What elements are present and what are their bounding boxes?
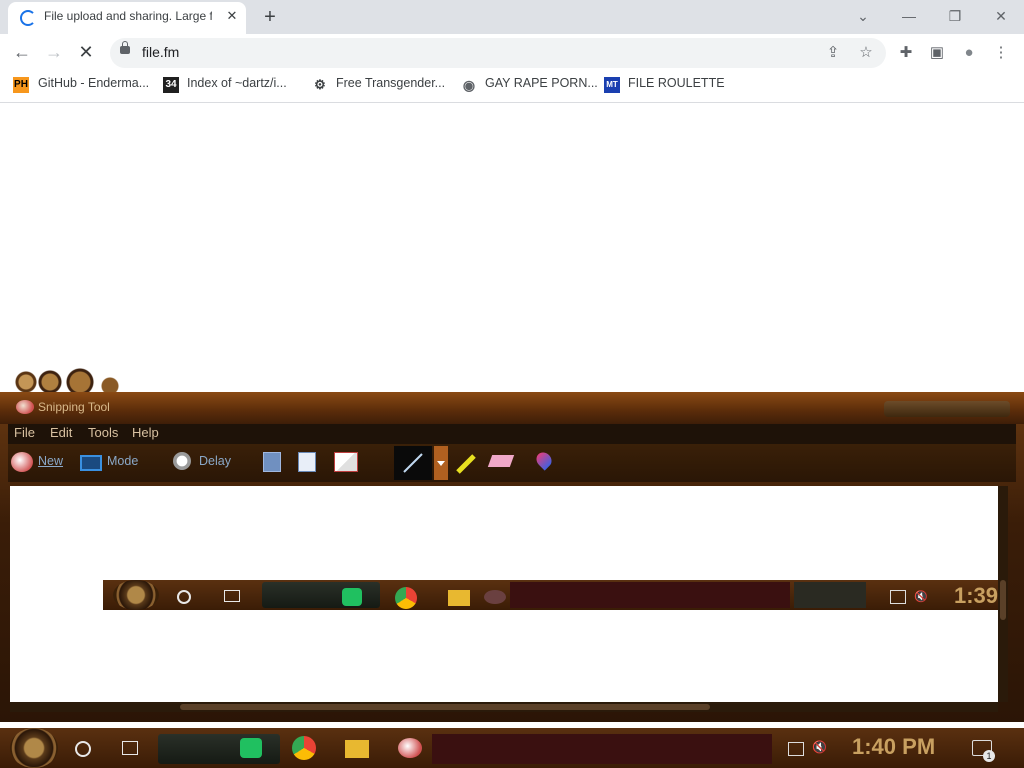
- snipping-menubar: [8, 424, 1016, 444]
- lock-icon[interactable]: [120, 41, 130, 54]
- mode-icon[interactable]: [80, 455, 102, 471]
- delay-clock-icon[interactable]: [173, 452, 191, 470]
- site-favicon-icon: ⚙: [314, 77, 326, 92]
- save-icon[interactable]: [263, 452, 281, 472]
- bookmark-index-dartz[interactable]: Index of ~dartz/i...: [187, 76, 287, 96]
- bookmark-gay-rape-porn[interactable]: GAY RAPE PORN...: [485, 76, 598, 96]
- notification-count-badge: 1: [983, 750, 995, 762]
- captured-search-icon: [177, 590, 191, 604]
- profile-avatar-icon[interactable]: ●: [958, 42, 980, 64]
- mode-button[interactable]: Mode: [107, 454, 138, 470]
- eraser-icon[interactable]: [487, 455, 515, 467]
- chevron-down-icon: [437, 461, 445, 466]
- pen-icon: [403, 453, 423, 473]
- captured-slot-end: [794, 582, 866, 608]
- new-tab-button[interactable]: +: [258, 6, 282, 28]
- chrome-icon[interactable]: [292, 736, 316, 760]
- globe-icon: ◉: [462, 77, 476, 93]
- extensions-icon[interactable]: ✚: [895, 42, 917, 64]
- menu-tools[interactable]: Tools: [88, 425, 118, 443]
- horizontal-scroll-thumb[interactable]: [180, 704, 710, 710]
- snipping-window-controls[interactable]: [884, 401, 1010, 417]
- gear-decoration-icon: [6, 368, 134, 394]
- menu-help[interactable]: Help: [132, 425, 159, 443]
- highlighter-icon[interactable]: [454, 452, 476, 474]
- minimize-button[interactable]: —: [894, 4, 924, 28]
- tab-close-icon[interactable]: ✕: [224, 6, 240, 26]
- snipping-toolbar: [8, 444, 1016, 482]
- back-button[interactable]: ←: [10, 40, 34, 64]
- captured-active-slot: [510, 582, 790, 608]
- new-snip-icon[interactable]: [11, 452, 33, 472]
- file-explorer-icon[interactable]: [345, 740, 369, 758]
- taskbar-active-slot: [432, 734, 772, 764]
- captured-snip-icon: [484, 590, 506, 604]
- tab-title: File upload and sharing. Large f: [44, 9, 212, 23]
- send-snip-icon[interactable]: [334, 452, 358, 472]
- captured-clock: 1:39: [954, 583, 999, 608]
- close-window-button[interactable]: ✕: [986, 4, 1016, 28]
- stop-loading-button[interactable]: ✕: [74, 40, 98, 64]
- snipping-tool-title: Snipping Tool: [38, 400, 110, 414]
- pen-dropdown-button[interactable]: [434, 446, 448, 480]
- bookmark-star-icon[interactable]: ☆: [855, 42, 877, 64]
- menu-edit[interactable]: Edit: [50, 425, 72, 443]
- captured-folder-icon: [448, 590, 470, 606]
- share-icon[interactable]: ⇪: [822, 42, 844, 64]
- copy-icon[interactable]: [298, 452, 316, 472]
- task-view-icon[interactable]: [122, 741, 138, 755]
- captured-start-icon: [113, 580, 159, 610]
- new-snip-button[interactable]: New: [38, 454, 63, 470]
- captured-volume-muted-icon: 🔇: [914, 591, 928, 603]
- side-panel-icon[interactable]: ▣: [926, 42, 948, 64]
- captured-app-slot: [262, 582, 380, 608]
- bookmark-github[interactable]: GitHub - Enderma...: [38, 76, 149, 96]
- network-icon[interactable]: [788, 742, 804, 756]
- pornhub-favicon-icon: PH: [13, 77, 29, 93]
- bookmark-free-transgender[interactable]: Free Transgender...: [336, 76, 445, 96]
- chrome-menu-icon[interactable]: ⋮: [990, 42, 1012, 64]
- snipping-tool-taskbar-icon[interactable]: [398, 738, 422, 758]
- system-clock[interactable]: 1:40 PM: [852, 734, 935, 762]
- snipping-tool-app-icon: [16, 400, 34, 414]
- file-roulette-favicon-icon: MT: [604, 77, 620, 93]
- bookmark-file-roulette[interactable]: FILE ROULETTE: [628, 76, 725, 96]
- restore-button[interactable]: ❐: [940, 4, 970, 28]
- start-button[interactable]: [10, 728, 58, 768]
- loading-spinner-icon: [20, 10, 36, 26]
- url-text[interactable]: file.fm: [142, 44, 442, 62]
- pen-tool-button[interactable]: [394, 446, 432, 480]
- delay-button[interactable]: Delay: [199, 454, 231, 470]
- tab-search-icon[interactable]: ⌄: [848, 4, 878, 28]
- sticky-notes-icon[interactable]: [240, 738, 262, 758]
- captured-taskview-icon: [224, 590, 240, 602]
- index-favicon-icon: 34: [163, 77, 179, 93]
- captured-chrome-icon: [395, 587, 417, 609]
- volume-muted-icon[interactable]: 🔇: [812, 740, 830, 754]
- captured-sticky-notes-icon: [342, 588, 362, 606]
- captured-network-icon: [890, 590, 906, 604]
- snipping-tool-title-bar[interactable]: [0, 392, 1024, 424]
- menu-file[interactable]: File: [14, 425, 35, 443]
- vertical-scroll-thumb[interactable]: [1000, 580, 1006, 620]
- forward-button[interactable]: →: [42, 40, 66, 64]
- search-icon[interactable]: [75, 741, 91, 757]
